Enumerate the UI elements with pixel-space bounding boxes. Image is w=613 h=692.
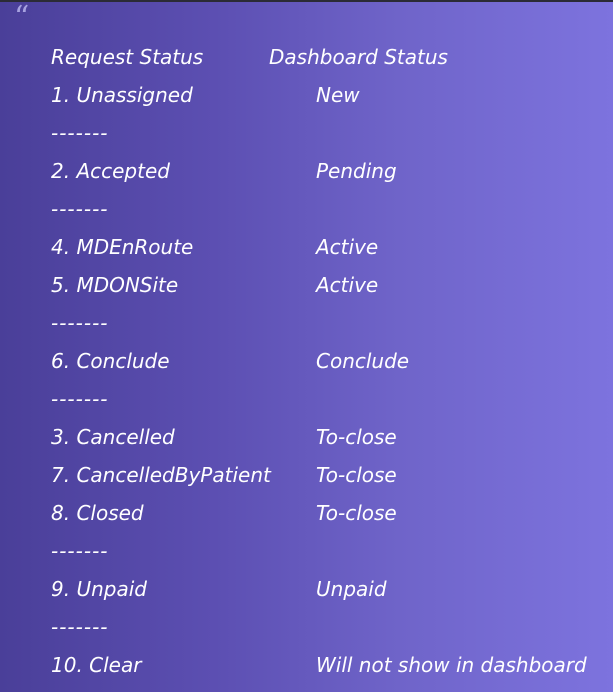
separator: ------- [51, 197, 109, 221]
separator-row: ------- [0, 304, 613, 342]
dashboard-status: New [316, 83, 360, 107]
separator: ------- [51, 387, 109, 411]
request-status: 10. Clear [51, 653, 142, 677]
request-status: 7. CancelledByPatient [51, 463, 271, 487]
dashboard-status: Unpaid [316, 577, 387, 601]
list-item: 3. Cancelled To-close [0, 418, 613, 456]
header-request-status: Request Status [51, 45, 204, 69]
separator: ------- [51, 539, 109, 563]
list-item: 1. Unassigned New [0, 76, 613, 114]
list-item: 7. CancelledByPatient To-close [0, 456, 613, 494]
separator: ------- [51, 311, 109, 335]
dashboard-status: Will not show in dashboard [316, 653, 587, 677]
list-item: 4. MDEnRoute Active [0, 228, 613, 266]
list-item: 2. Accepted Pending [0, 152, 613, 190]
separator-row: ------- [0, 190, 613, 228]
separator: ------- [51, 615, 109, 639]
request-status: 6. Conclude [51, 349, 170, 373]
dashboard-status: Active [316, 235, 379, 259]
request-status: 9. Unpaid [51, 577, 147, 601]
request-status: 5. MDONSite [51, 273, 179, 297]
list-item: 10. Clear Will not show in dashboard [0, 646, 613, 684]
header-dashboard-status: Dashboard Status [269, 45, 448, 69]
status-mapping-list: Request Status Dashboard Status 1. Unass… [0, 38, 613, 684]
request-status: 3. Cancelled [51, 425, 175, 449]
separator: ------- [51, 121, 109, 145]
separator-row: ------- [0, 532, 613, 570]
quote-open-icon: “ [14, 0, 30, 35]
list-item: 6. Conclude Conclude [0, 342, 613, 380]
header-row: Request Status Dashboard Status [0, 38, 613, 76]
request-status: 4. MDEnRoute [51, 235, 194, 259]
dashboard-status: To-close [316, 425, 397, 449]
blockquote: “ Request Status Dashboard Status 1. Una… [0, 0, 613, 692]
list-item: 8. Closed To-close [0, 494, 613, 532]
request-status: 2. Accepted [51, 159, 170, 183]
separator-row: ------- [0, 608, 613, 646]
request-status: 8. Closed [51, 501, 144, 525]
separator-row: ------- [0, 114, 613, 152]
list-item: 5. MDONSite Active [0, 266, 613, 304]
dashboard-status: Conclude [316, 349, 410, 373]
separator-row: ------- [0, 380, 613, 418]
list-item: 9. Unpaid Unpaid [0, 570, 613, 608]
request-status: 1. Unassigned [51, 83, 193, 107]
dashboard-status: Active [316, 273, 379, 297]
dashboard-status: Pending [316, 159, 397, 183]
dashboard-status: To-close [316, 501, 397, 525]
dashboard-status: To-close [316, 463, 397, 487]
